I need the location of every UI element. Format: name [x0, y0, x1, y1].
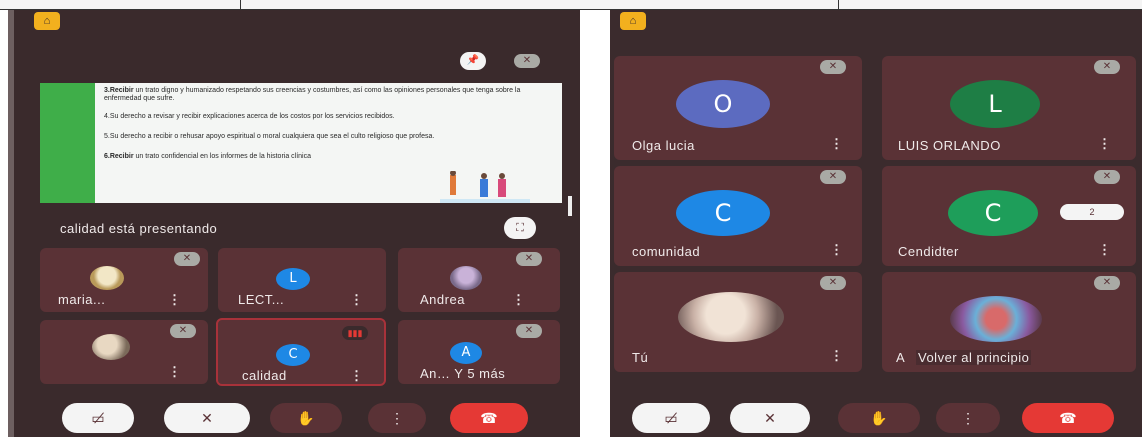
participant-name: maria...	[58, 292, 106, 307]
hang-up-icon: ☎	[1059, 410, 1077, 426]
participant-name: comunidad	[632, 244, 701, 259]
hang-up-icon: ☎	[480, 410, 498, 426]
more-options-icon[interactable]: ⋮	[830, 242, 843, 258]
more-options-icon: ⋮	[961, 410, 975, 426]
mic-off-icon: ✕	[174, 252, 200, 266]
participant-avatar: L	[276, 268, 310, 290]
participant-avatar: C	[676, 190, 770, 236]
participant-tile[interactable]: ✕ C 2 Cendidter ⋮	[882, 166, 1136, 266]
shared-slide: 3.Recibir un trato digno y humanizado re…	[40, 83, 562, 203]
participant-photo	[678, 292, 784, 342]
mic-off-icon: ✕	[516, 324, 542, 338]
more-options-button[interactable]: ⋮	[368, 403, 426, 433]
participant-tile[interactable]: L LECT... ⋮	[218, 248, 386, 312]
more-options-icon[interactable]: ⋮	[168, 292, 181, 308]
hang-up-button[interactable]: ☎	[1022, 403, 1114, 433]
participant-photo	[450, 266, 482, 290]
mic-off-icon: ✕	[516, 252, 542, 266]
mic-off-icon: ✕	[820, 170, 846, 184]
participant-name: Tú	[632, 350, 649, 365]
more-options-icon[interactable]: ⋮	[168, 364, 181, 380]
more-options-icon[interactable]: ⋮	[350, 368, 363, 384]
top-paper-strip	[0, 0, 1142, 10]
participant-photo	[92, 334, 130, 360]
more-options-icon[interactable]: ⋮	[512, 292, 525, 308]
fullscreen-button[interactable]: ⛶	[504, 217, 536, 239]
scroll-handle[interactable]	[568, 196, 572, 216]
right-meet-screen: ⌂ ✕ O Olga lucia ⋮ ✕ L LUIS ORLANDO ⋮ ✕ …	[590, 10, 1142, 437]
participant-avatar: C	[948, 190, 1038, 236]
more-options-icon: ⋮	[390, 410, 404, 426]
participant-tile[interactable]: ✕ A An… Y 5 más	[398, 320, 560, 384]
participant-name: A	[896, 350, 906, 365]
participant-tile[interactable]: ✕ Tú ⋮	[614, 272, 862, 372]
mic-off-icon: ✕	[820, 60, 846, 74]
participant-name: An… Y 5 más	[420, 366, 506, 381]
mic-off-icon: ✕	[1094, 170, 1120, 184]
participant-avatar: O	[676, 80, 770, 128]
mic-off-icon: ✕	[1094, 276, 1120, 290]
more-options-icon[interactable]: ⋮	[1098, 242, 1111, 258]
participant-photo	[90, 266, 124, 290]
camera-off-button[interactable]: ▭̸	[632, 403, 710, 433]
right-edge-bar	[590, 10, 610, 437]
presenting-status-text: calidad está presentando	[60, 221, 218, 236]
mic-off-icon: ✕	[1094, 60, 1120, 74]
participant-tile[interactable]: ✕ O Olga lucia ⋮	[614, 56, 862, 160]
camera-off-icon: ▭̸	[664, 410, 678, 426]
more-options-icon[interactable]: ⋮	[830, 136, 843, 152]
mic-off-button[interactable]: ✕	[730, 403, 810, 433]
participant-name: Cendidter	[898, 244, 959, 259]
slide-line-1: 3.Recibir un trato digno y humanizado re…	[104, 87, 521, 102]
participant-count-badge[interactable]: 2	[1060, 204, 1124, 220]
participant-name: LUIS ORLANDO	[898, 138, 1001, 153]
app-logo-icon: ⌂	[620, 12, 646, 30]
slide-illustration	[440, 171, 530, 203]
participant-tile-active-speaker[interactable]: ▮▮▮ C calidad ⋮	[216, 318, 386, 386]
participant-tile[interactable]: ✕ ⋮	[40, 320, 208, 384]
participant-tile[interactable]: ✕ Andrea ⋮	[398, 248, 560, 312]
mic-off-icon: ✕	[764, 410, 776, 426]
left-edge-bar	[8, 10, 14, 437]
strip-divider	[838, 0, 839, 10]
participant-avatar: L	[950, 80, 1040, 128]
participant-tile[interactable]: ✕ A Volver al principio	[882, 272, 1136, 372]
left-meet-screen: ⌂ 📌 ✕ 3.Recibir un trato digno y humaniz…	[8, 10, 580, 437]
raise-hand-icon: ✋	[870, 410, 888, 426]
strip-divider	[240, 0, 241, 10]
mic-off-icon: ✕	[201, 410, 213, 426]
mic-off-button[interactable]: ✕	[164, 403, 250, 433]
camera-off-button[interactable]: ▭̸	[62, 403, 134, 433]
mic-off-icon: ✕	[820, 276, 846, 290]
back-to-top-link[interactable]: Volver al principio	[916, 350, 1032, 365]
presenter-mic-off-icon: ✕	[514, 54, 540, 68]
more-options-icon[interactable]: ⋮	[1098, 136, 1111, 152]
participant-avatar: C	[276, 344, 310, 366]
more-options-button[interactable]: ⋮	[936, 403, 1000, 433]
speaking-indicator-icon: ▮▮▮	[342, 326, 368, 340]
participant-name: Olga lucia	[632, 138, 695, 153]
slide-line-2: 4.Su derecho a revisar y recibir explica…	[104, 113, 395, 120]
app-logo-icon: ⌂	[34, 12, 60, 30]
raise-hand-button[interactable]: ✋	[270, 403, 342, 433]
pin-presentation-button[interactable]: 📌	[460, 52, 486, 70]
participant-name: calidad	[242, 368, 287, 383]
slide-line-3: 5.Su derecho a recibir o rehusar apoyo e…	[104, 133, 435, 140]
participant-tile[interactable]: ✕ maria... ⋮	[40, 248, 208, 312]
participant-tile[interactable]: ✕ C comunidad ⋮	[614, 166, 862, 266]
hang-up-button[interactable]: ☎	[450, 403, 528, 433]
more-options-icon[interactable]: ⋮	[830, 348, 843, 364]
participant-photo	[950, 296, 1042, 342]
more-options-icon[interactable]: ⋮	[350, 292, 363, 308]
raise-hand-icon: ✋	[297, 410, 315, 426]
participant-tile[interactable]: ✕ L LUIS ORLANDO ⋮	[882, 56, 1136, 160]
raise-hand-button[interactable]: ✋	[838, 403, 920, 433]
slide-green-band	[40, 83, 95, 203]
participant-name: LECT...	[238, 292, 285, 307]
participant-avatar: A	[450, 342, 482, 364]
slide-line-4: 6.Recibir un trato confidencial en los i…	[104, 153, 312, 160]
mic-off-icon: ✕	[170, 324, 196, 338]
participant-name: Andrea	[420, 292, 465, 307]
camera-off-icon: ▭̸	[91, 410, 105, 426]
